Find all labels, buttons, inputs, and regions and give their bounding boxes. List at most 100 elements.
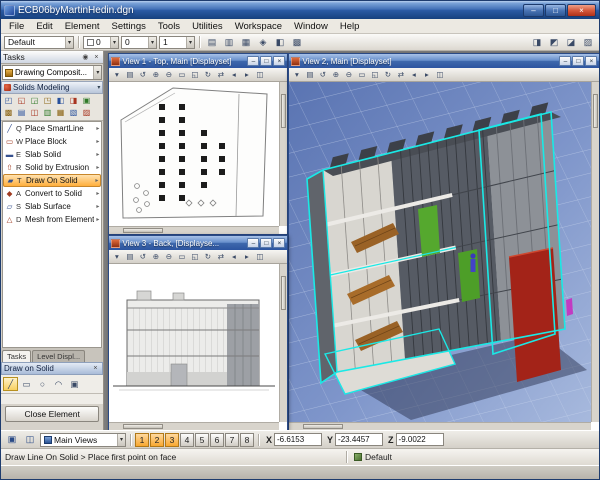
view-next-icon[interactable]: ▸ <box>240 68 253 81</box>
view-group-combo[interactable]: Main Views ▾ <box>40 433 126 447</box>
scrollbar-thumb[interactable] <box>281 94 286 128</box>
view-maximize-icon[interactable]: □ <box>260 56 272 66</box>
view-maximize-icon[interactable]: □ <box>572 56 584 66</box>
tab-tasks[interactable]: Tasks <box>2 350 31 362</box>
task-slab-surface[interactable]: ▱ S Slab Surface ▸ <box>3 200 101 213</box>
cone-icon[interactable]: ◧ <box>54 95 67 107</box>
wedge-icon[interactable]: ▣ <box>80 95 93 107</box>
view-toggle-4[interactable]: 4 <box>180 433 194 447</box>
copy-view-icon[interactable]: ◫ <box>433 68 446 81</box>
fit-view-icon[interactable]: ◱ <box>368 68 381 81</box>
manage-view-groups-icon[interactable]: ▣ <box>4 433 20 447</box>
boolean-subtract-icon[interactable]: ▥ <box>41 107 54 119</box>
scrollbar-thumb[interactable] <box>593 94 598 128</box>
view-display-menu-icon[interactable]: ▾ <box>110 68 123 81</box>
update-view-icon[interactable]: ↺ <box>316 68 329 81</box>
close-element-button[interactable]: Close Element <box>5 406 99 422</box>
primary-tools-icon[interactable]: ▤ <box>204 35 220 50</box>
task-mesh-from-element[interactable]: △ D Mesh from Element ▸ <box>3 213 101 226</box>
window-area-icon[interactable]: ▭ <box>355 68 368 81</box>
view-next-icon[interactable]: ▸ <box>240 250 253 263</box>
view2-title-bar[interactable]: View 2, Main [Displayset] – □ × <box>289 54 599 68</box>
view3-canvas[interactable] <box>109 264 279 422</box>
horizontal-scrollbar[interactable] <box>109 422 279 430</box>
coordinate-y-field[interactable]: -23.4457 <box>335 433 383 446</box>
coordinate-z-field[interactable]: -9.0022 <box>396 433 444 446</box>
menu-item[interactable]: Edit <box>30 20 58 33</box>
view-toggle-3[interactable]: 3 <box>165 433 179 447</box>
pan-view-icon[interactable]: ⇄ <box>214 68 227 81</box>
open-view-group-icon[interactable]: ◫ <box>22 433 38 447</box>
task-slab-solid[interactable]: ▬ E Slab Solid ▸ <box>3 148 101 161</box>
view-attributes-icon[interactable]: ▤ <box>123 250 136 263</box>
raster-manager-icon[interactable]: ◪ <box>563 35 579 50</box>
view-attributes-icon[interactable]: ▤ <box>303 68 316 81</box>
snaps-icon[interactable]: ◈ <box>255 35 271 50</box>
active-level-combo[interactable]: Default ▾ <box>4 36 74 49</box>
standard-toolbar-icon[interactable]: ▥ <box>221 35 237 50</box>
active-color-combo[interactable]: 0 ▾ <box>83 36 119 49</box>
view-minimize-icon[interactable]: – <box>559 56 571 66</box>
modify-face-icon[interactable]: ▣ <box>67 377 82 391</box>
view-close-icon[interactable]: × <box>273 238 285 248</box>
draw-block-on-face-icon[interactable]: ▭ <box>19 377 34 391</box>
draw-line-on-face-icon[interactable]: ╱ <box>3 377 18 391</box>
scrollbar-thumb[interactable] <box>123 424 163 429</box>
slab-icon[interactable]: ◱ <box>15 95 28 107</box>
menu-item[interactable]: Help <box>334 20 366 33</box>
scrollbar-thumb[interactable] <box>303 424 343 429</box>
view-toggle-5[interactable]: 5 <box>195 433 209 447</box>
active-line-style-combo[interactable]: 0 ▾ <box>121 36 157 49</box>
menu-item[interactable]: Utilities <box>186 20 229 33</box>
menu-item[interactable]: Settings <box>106 20 152 33</box>
view-close-icon[interactable]: × <box>273 56 285 66</box>
view-next-icon[interactable]: ▸ <box>420 68 433 81</box>
close-tool-settings-icon[interactable]: × <box>90 365 100 372</box>
view3-title-bar[interactable]: View 3 - Back, [Displayse... – □ × <box>109 236 287 250</box>
menu-item[interactable]: Tools <box>152 20 186 33</box>
close-button[interactable]: × <box>567 4 596 17</box>
view-toggle-8[interactable]: 8 <box>240 433 254 447</box>
view-toggle-7[interactable]: 7 <box>225 433 239 447</box>
draw-arc-on-face-icon[interactable]: ◠ <box>51 377 66 391</box>
references-icon[interactable]: ◩ <box>546 35 562 50</box>
copy-view-icon[interactable]: ◫ <box>253 68 266 81</box>
view-minimize-icon[interactable]: – <box>247 56 259 66</box>
horizontal-scrollbar[interactable] <box>109 226 279 234</box>
vertical-scrollbar[interactable] <box>279 264 287 422</box>
rotate-view-icon[interactable]: ↻ <box>201 250 214 263</box>
level-manager-icon[interactable]: ▨ <box>580 35 596 50</box>
maximize-button[interactable]: □ <box>545 4 566 17</box>
torus-icon[interactable]: ◨ <box>67 95 80 107</box>
task-draw-on-solid[interactable]: ▰ T Draw On Solid ▸ <box>3 174 101 187</box>
view-display-menu-icon[interactable]: ▾ <box>290 68 303 81</box>
coordinate-x-field[interactable]: -6.6153 <box>274 433 322 446</box>
pan-view-icon[interactable]: ⇄ <box>214 250 227 263</box>
task-place-block[interactable]: ▭ W Place Block ▸ <box>3 135 101 148</box>
view1-canvas[interactable] <box>109 82 279 226</box>
view-attributes-icon[interactable]: ▤ <box>123 68 136 81</box>
window-area-icon[interactable]: ▭ <box>175 68 188 81</box>
view-toggle-1[interactable]: 1 <box>135 433 149 447</box>
fit-view-icon[interactable]: ◱ <box>188 250 201 263</box>
pan-view-icon[interactable]: ⇄ <box>394 68 407 81</box>
view-maximize-icon[interactable]: □ <box>260 238 272 248</box>
view1-title-bar[interactable]: View 1 - Top, Main [Displayset] – □ × <box>109 54 287 68</box>
menu-item[interactable]: Element <box>59 20 106 33</box>
zoom-in-icon[interactable]: ⊕ <box>329 68 342 81</box>
window-area-icon[interactable]: ▭ <box>175 250 188 263</box>
fillet-solid-icon[interactable]: ▧ <box>67 107 80 119</box>
sphere-icon[interactable]: ◲ <box>28 95 41 107</box>
vertical-scrollbar[interactable] <box>279 82 287 226</box>
menu-item[interactable]: Window <box>288 20 334 33</box>
aids-icon[interactable]: ▩ <box>289 35 305 50</box>
close-panel-icon[interactable]: × <box>91 54 101 61</box>
zoom-in-icon[interactable]: ⊕ <box>149 250 162 263</box>
key-in-icon[interactable]: ▦ <box>238 35 254 50</box>
zoom-out-icon[interactable]: ⊖ <box>342 68 355 81</box>
chamfer-solid-icon[interactable]: ▨ <box>80 107 93 119</box>
pin-icon[interactable]: ◉ <box>80 53 90 61</box>
fit-view-icon[interactable]: ◱ <box>188 68 201 81</box>
solid-primitive-icon[interactable]: ◰ <box>2 95 15 107</box>
boolean-union-icon[interactable]: ◫ <box>28 107 41 119</box>
